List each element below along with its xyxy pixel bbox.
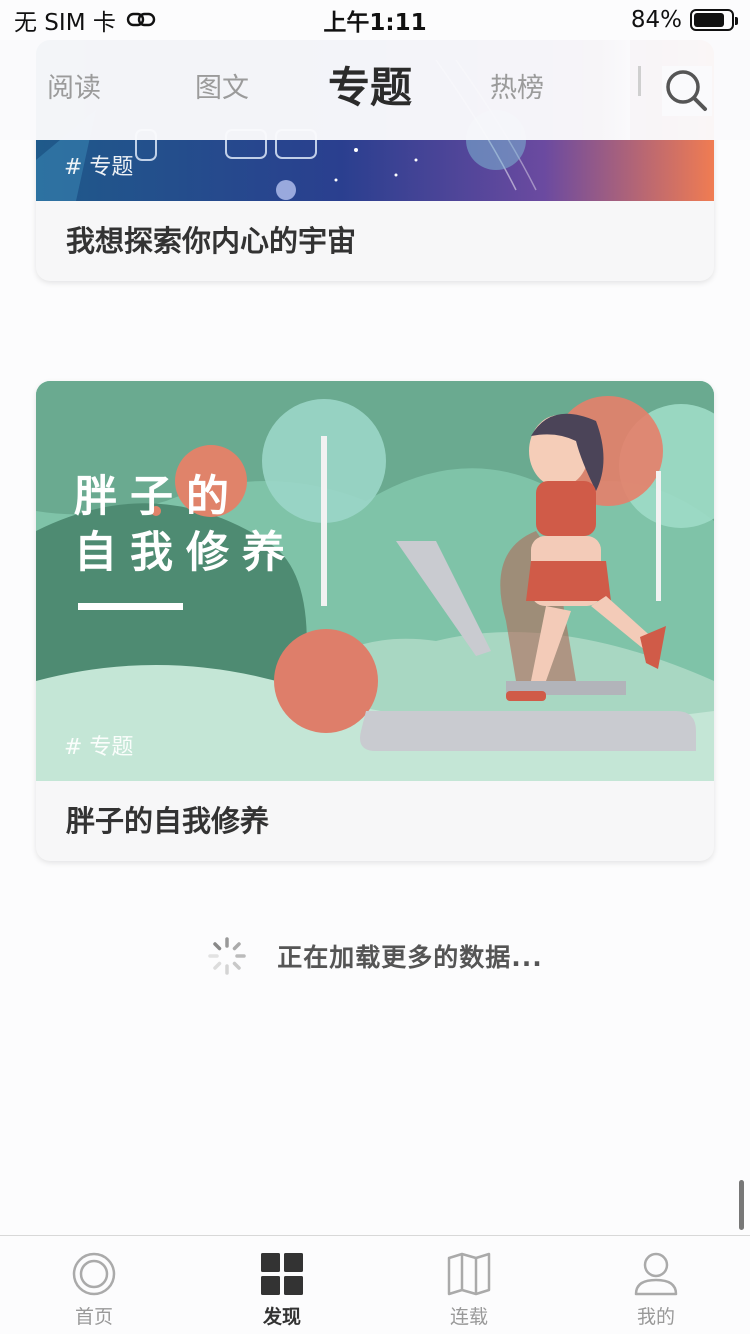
topic-card-title: 我想探索你内心的宇宙 [66,224,357,258]
tab-bar-item-discover[interactable]: 发现 [232,1250,332,1334]
link-icon [126,12,156,27]
tab-read[interactable]: 阅读 [47,66,101,105]
poster-line: 自我修养 [74,528,298,578]
topic-card[interactable]: 胖子的 自我修养 # 专题 胖子的自我修养 [36,381,714,861]
tab-fade [600,40,630,140]
scroll-indicator[interactable] [739,1180,744,1230]
battery-percent: 84% [630,7,682,33]
battery-icon [690,9,738,31]
battery-level [694,13,725,27]
topic-card-title: 胖子的自我修养 [66,804,270,838]
circle-home-icon [72,1252,116,1296]
status-left: 无 SIM 卡 [14,3,156,37]
treadmill-illustration [36,381,714,781]
tab-topic[interactable]: 专题 [328,54,412,115]
tab-hot-list[interactable]: 热榜 [490,66,544,105]
user-icon [634,1252,678,1296]
book-icon [447,1252,491,1296]
loading-more: 正在加载更多的数据... [0,934,750,978]
tab-bar-item-home[interactable]: 首页 [44,1250,144,1334]
carrier-label: 无 SIM 卡 [14,10,116,36]
topic-tag: # 专题 [64,735,134,760]
tab-bar-item-serial[interactable]: 连载 [419,1250,519,1334]
topic-tag: # 专题 [64,155,134,180]
status-bar: 无 SIM 卡 上午1:11 84% [0,0,750,40]
tab-overflow-hint [638,66,641,96]
spinner-icon [208,937,246,975]
tab-bar-label: 首页 [74,1306,113,1328]
tab-bar-item-mine[interactable]: 我的 [606,1250,706,1334]
screen: 无 SIM 卡 上午1:11 84% # 专题 我想探索你内心的宇宙 胖子的 自… [0,0,750,1334]
tab-bar-label: 连载 [449,1306,488,1328]
tab-bar: 首页 发现 连载 我的 [0,1235,750,1334]
tab-bar-label: 发现 [262,1306,301,1328]
loading-text: 正在加载更多的数据... [277,943,543,972]
search-button[interactable] [662,66,712,116]
grid-icon [261,1253,303,1295]
poster-line: 胖子的 [74,472,242,522]
tab-image-text[interactable]: 图文 [195,66,249,105]
topic-card-image: 胖子的 自我修养 # 专题 [36,381,714,781]
top-nav: 阅读 图文 专题 热榜 [0,40,750,140]
poster-heading: 胖子的 自我修养 [74,469,298,581]
tab-bar-label: 我的 [636,1306,675,1328]
search-icon [666,70,707,111]
status-right: 84% [630,7,738,33]
